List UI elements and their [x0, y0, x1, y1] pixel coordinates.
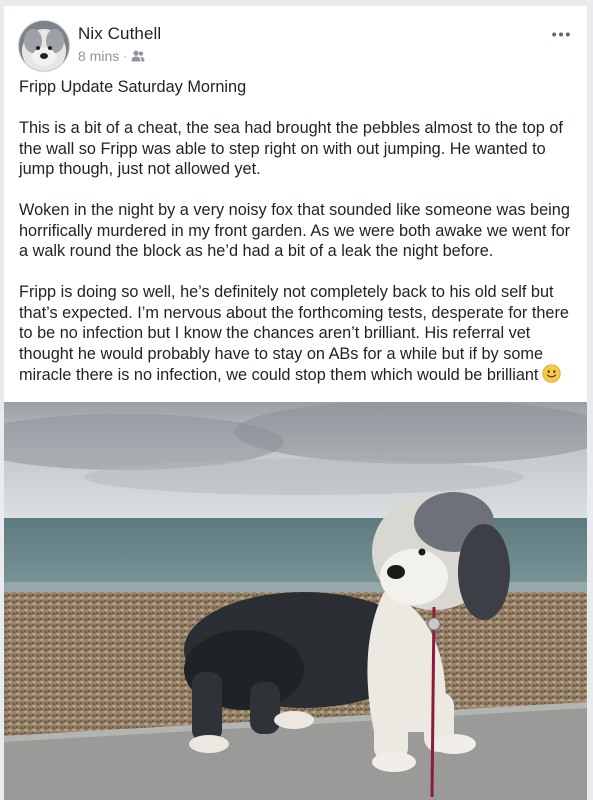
post-meta: 8 mins ·: [78, 48, 145, 64]
more-horizontal-icon: [552, 32, 570, 36]
post-paragraph: This is a bit of a cheat, the sea had br…: [19, 119, 563, 178]
author-name[interactable]: Nix Cuthell: [78, 24, 161, 44]
friends-icon[interactable]: [131, 50, 145, 62]
post-header: Nix Cuthell 8 mins ·: [4, 6, 587, 76]
more-options-button[interactable]: [549, 24, 573, 44]
slightly-smiling-face-emoji: [542, 364, 562, 383]
meta-separator: ·: [123, 49, 128, 63]
post-body: Fripp Update Saturday Morning This is a …: [19, 77, 579, 406]
post-paragraph: Woken in the night by a very noisy fox t…: [19, 201, 571, 260]
avatar-dog-icon: [19, 21, 69, 71]
post-paragraph-title: Fripp Update Saturday Morning: [19, 78, 247, 96]
post-paragraph-text: Fripp is doing so well, he’s definitely …: [19, 283, 569, 384]
dog-beach-photo: [4, 402, 587, 800]
post-paragraph-last: Fripp is doing so well, he’s definitely …: [19, 282, 579, 386]
post-card: Nix Cuthell 8 mins · Fripp Update Saturd…: [4, 6, 587, 800]
post-time[interactable]: 8 mins: [78, 48, 119, 64]
avatar[interactable]: [18, 20, 70, 72]
post-photo[interactable]: [4, 402, 587, 800]
